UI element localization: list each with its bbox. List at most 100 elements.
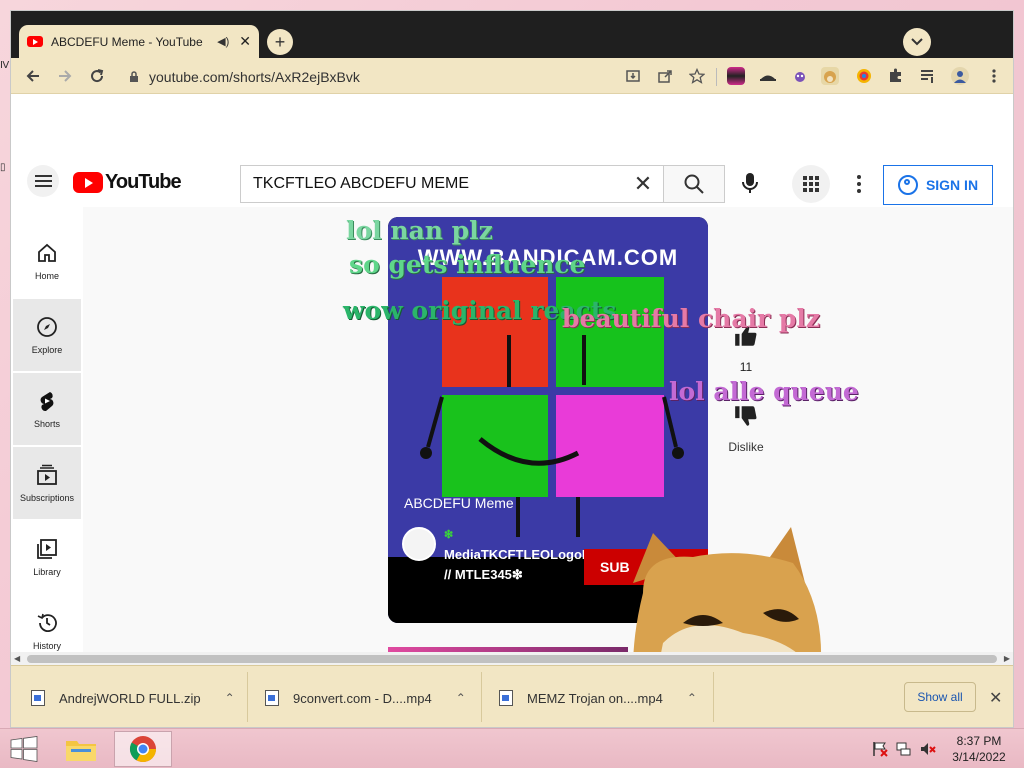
share-button[interactable] [653, 64, 677, 88]
download-item[interactable]: AndrejWORLD FULL.zip ⌃ [31, 680, 235, 716]
search-button[interactable] [663, 165, 725, 203]
extension-hat-icon[interactable] [759, 67, 777, 85]
download-shelf: AndrejWORLD FULL.zip ⌃ 9convert.com - D.… [11, 665, 1013, 727]
overlay-comment: lol nan plz [346, 216, 493, 245]
sidebar-item-home[interactable]: Home [13, 225, 81, 297]
account-icon [897, 175, 918, 195]
download-filename: 9convert.com - D....mp4 [293, 690, 432, 706]
bookmark-button[interactable] [685, 64, 709, 88]
overlay-comment: beautiful chair plz [562, 304, 821, 333]
download-item[interactable]: 9convert.com - D....mp4 ⌃ [265, 680, 466, 716]
download-item[interactable]: MEMZ Trojan on....mp4 ⌃ [499, 680, 697, 716]
speaker-icon[interactable]: ◀) [217, 35, 229, 48]
extension-doge-icon[interactable] [821, 67, 839, 85]
desktop-icon-sliver: ▯ [0, 162, 6, 173]
download-divider [481, 672, 482, 722]
extensions-puzzle-icon[interactable] [887, 67, 905, 85]
settings-kebab-icon[interactable] [849, 171, 869, 197]
clear-search-icon[interactable]: ✕ [623, 171, 663, 197]
browser-window: ABCDEFU Meme - YouTube ◀) ✕ + youtube.co… [10, 10, 1014, 728]
extension-1-icon[interactable] [727, 67, 745, 85]
sidebar-label: Explore [31, 345, 63, 355]
sidebar-label: Shorts [33, 419, 60, 429]
action-center-flag-icon[interactable] [872, 741, 888, 757]
channel-avatar[interactable] [402, 527, 436, 561]
apps-grid-icon [803, 176, 819, 192]
network-icon[interactable] [896, 741, 912, 757]
tab-strip: ABCDEFU Meme - YouTube ◀) ✕ + [11, 11, 1013, 58]
dislike-label: Dislike [728, 440, 764, 454]
extension-color-icon[interactable] [855, 67, 873, 85]
channel-name[interactable]: ❇ MediaTKCFTLEOLogoEditor345 // MTLE345❇ [444, 525, 642, 585]
media-queue-icon[interactable] [919, 67, 937, 85]
sidebar-label: Home [34, 271, 59, 281]
sidebar-label: History [32, 641, 61, 651]
video-file-icon [499, 690, 513, 706]
close-download-shelf-icon[interactable]: ✕ [989, 688, 1002, 708]
system-tray [872, 741, 936, 757]
apps-grid-button[interactable] [792, 165, 830, 203]
microphone-icon [742, 173, 758, 193]
reload-icon [91, 69, 104, 83]
scrollbar-thumb[interactable] [27, 655, 997, 663]
extension-bug-icon[interactable] [791, 67, 809, 85]
youtube-sidebar: Home Explore Shorts Subscriptions Librar… [11, 225, 83, 652]
sign-in-button[interactable]: SIGN IN [883, 165, 993, 205]
install-button[interactable] [621, 64, 645, 88]
taskbar-chrome[interactable] [114, 731, 172, 767]
sidebar-item-subscriptions[interactable]: Subscriptions [13, 447, 81, 519]
youtube-logo[interactable]: YouTube [73, 171, 182, 194]
start-button[interactable] [10, 736, 38, 762]
subscriptions-icon [35, 463, 59, 487]
back-button[interactable] [21, 64, 45, 88]
overlay-comment: so gets influence [349, 250, 586, 279]
scroll-right-icon[interactable]: ▶ [1004, 654, 1010, 663]
clock-time: 8:37 PM [956, 734, 1002, 748]
download-filename: MEMZ Trojan on....mp4 [527, 690, 663, 706]
folder-icon [66, 741, 96, 761]
chevron-up-icon[interactable]: ⌃ [225, 691, 235, 705]
close-tab-icon[interactable]: ✕ [239, 33, 251, 50]
web-page: YouTube TKCFTLEO ABCDEFU MEME ✕ SIGN IN … [11, 95, 1013, 727]
reload-button[interactable] [85, 64, 109, 88]
forward-button[interactable] [53, 64, 77, 88]
tab-youtube[interactable]: ABCDEFU Meme - YouTube ◀) ✕ [19, 25, 259, 58]
horizontal-scrollbar[interactable]: ◀ ▶ [11, 652, 1013, 665]
channel-name-text: MediaTKCFTLEOLogoEditor345 // MTLE345❇ [444, 547, 642, 582]
search-query: TKCFTLEO ABCDEFU MEME [253, 175, 470, 192]
search-icon [684, 174, 704, 194]
download-divider [247, 672, 248, 722]
zip-file-icon [31, 690, 45, 706]
sidebar-item-library[interactable]: Library [13, 521, 81, 593]
menu-icon[interactable] [27, 165, 59, 197]
voice-search-button[interactable] [738, 171, 762, 195]
compass-icon [35, 315, 59, 339]
taskbar-file-explorer[interactable] [52, 731, 110, 767]
sidebar-item-explore[interactable]: Explore [13, 299, 81, 371]
arrow-left-icon [26, 70, 39, 82]
profile-avatar-icon[interactable] [951, 67, 969, 85]
show-all-downloads-button[interactable]: Show all [904, 682, 976, 712]
new-tab-button[interactable]: + [267, 29, 293, 55]
history-icon [35, 611, 59, 635]
sidebar-label: Library [33, 567, 61, 577]
dislike-button[interactable]: Dislike [723, 403, 769, 454]
short-title[interactable]: ABCDEFU Meme [404, 495, 514, 511]
volume-muted-icon[interactable] [920, 741, 936, 757]
lock-icon [130, 71, 138, 82]
thumbs-down-icon [735, 406, 757, 426]
chevron-up-icon[interactable]: ⌃ [687, 691, 697, 705]
sidebar-item-shorts[interactable]: Shorts [13, 373, 81, 445]
scroll-left-icon[interactable]: ◀ [14, 654, 20, 663]
tab-search-button[interactable] [903, 28, 931, 56]
chevron-up-icon[interactable]: ⌃ [456, 691, 466, 705]
download-divider [713, 672, 714, 722]
search-input[interactable]: TKCFTLEO ABCDEFU MEME ✕ [240, 165, 664, 203]
taskbar-clock[interactable]: 8:37 PM 3/14/2022 [944, 733, 1014, 765]
windows-logo-icon [10, 736, 38, 762]
download-filename: AndrejWORLD FULL.zip [59, 690, 201, 706]
channel-prefix: ❇ [444, 529, 454, 541]
url-text: youtube.com/shorts/AxR2ejBxBvk [149, 69, 360, 85]
youtube-favicon-icon [27, 36, 43, 47]
browser-menu-icon[interactable] [985, 67, 1003, 85]
